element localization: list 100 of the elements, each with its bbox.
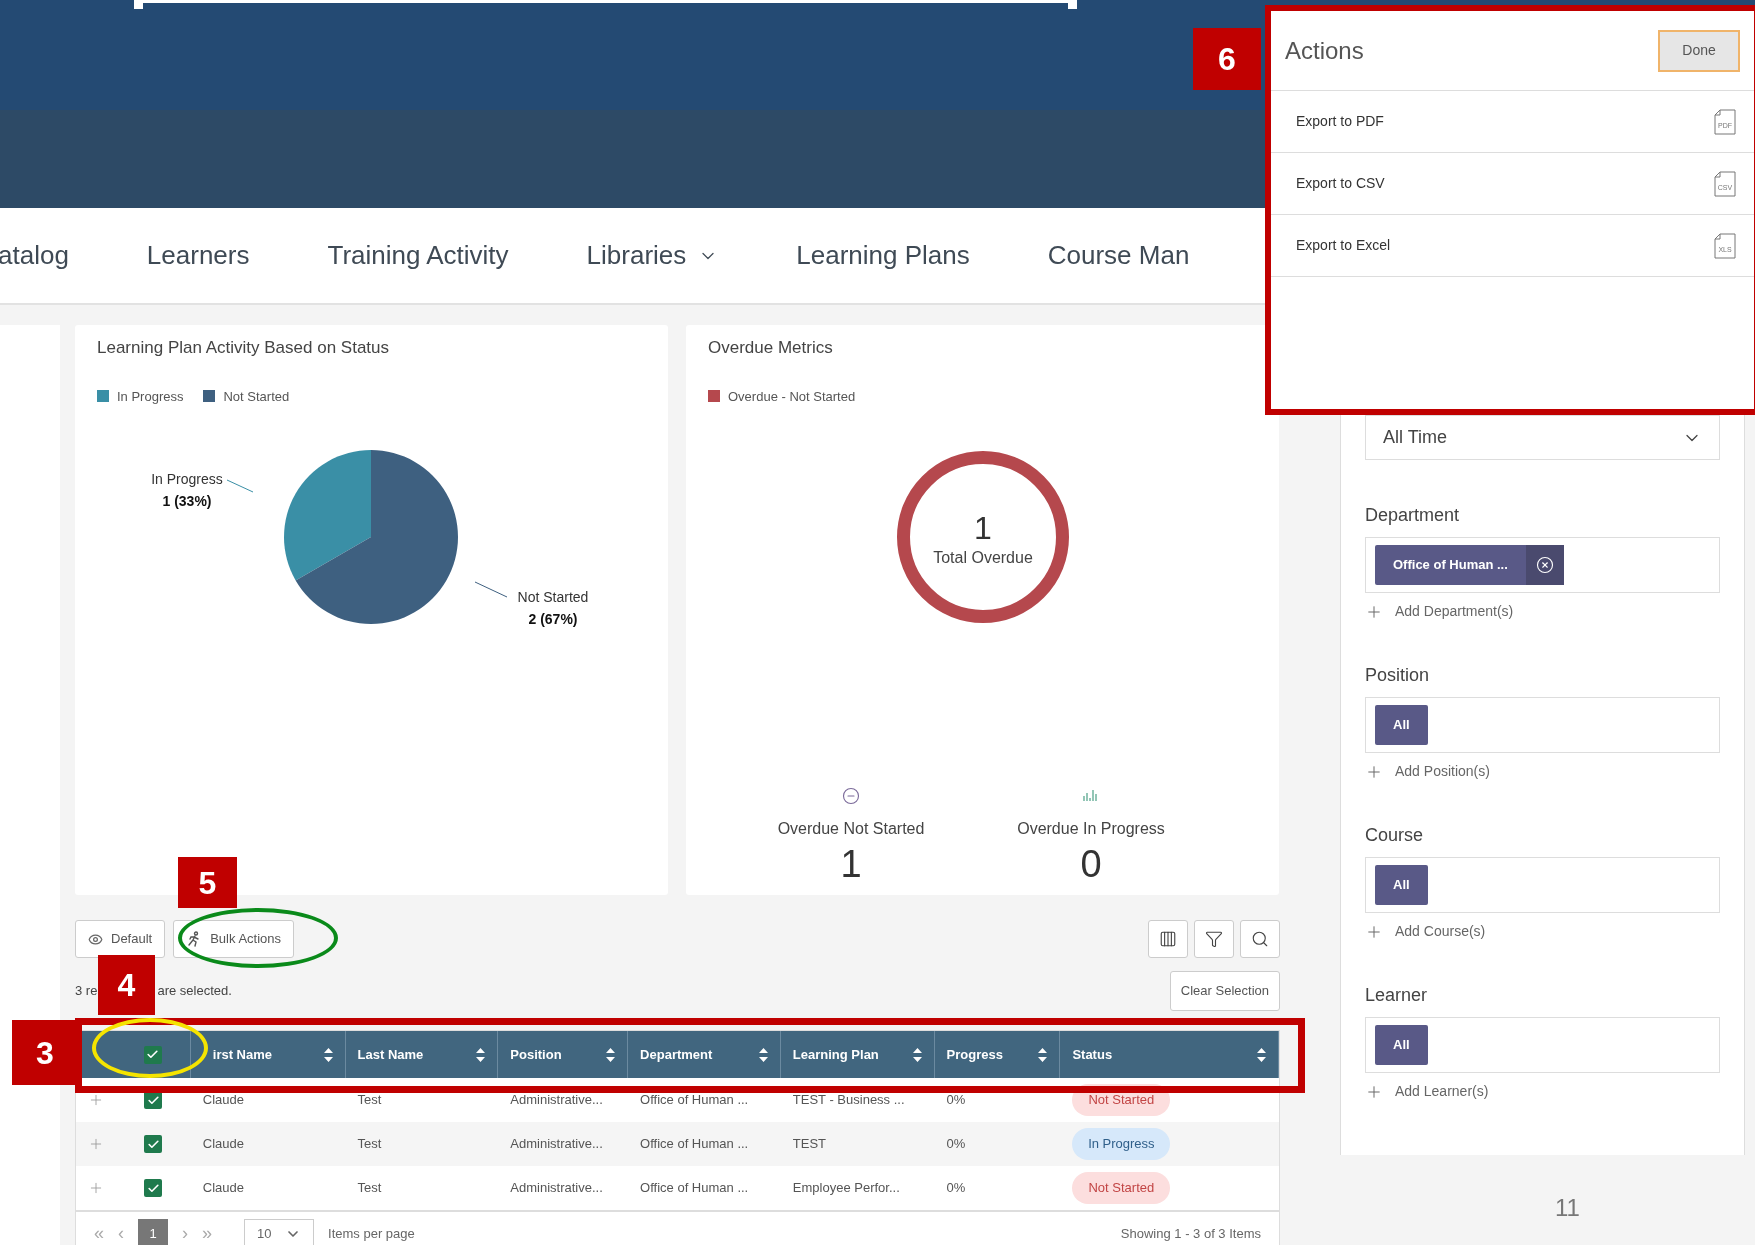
table-cell: TEST - Business ... [792, 1092, 905, 1108]
done-button[interactable]: Done [1658, 29, 1740, 72]
legend-label: Not Started [223, 387, 290, 406]
sort-icon[interactable] [323, 1047, 333, 1062]
checkbox[interactable] [144, 1135, 163, 1153]
sort-icon[interactable] [1257, 1047, 1266, 1062]
status-badge: Not Started [1072, 1172, 1171, 1204]
table-cell: TEST [792, 1136, 827, 1152]
check-icon [146, 1137, 160, 1151]
card-title: Overdue Metrics [708, 337, 834, 359]
table-cell: Claude [202, 1180, 244, 1196]
table-cell: Test [357, 1180, 382, 1196]
nav-item[interactable]: Learning Plans [796, 236, 970, 275]
column-header[interactable]: Department [640, 1044, 713, 1065]
sort-icon[interactable] [1038, 1047, 1048, 1062]
checkbox[interactable] [144, 1179, 163, 1197]
table-cell: Test [357, 1092, 382, 1108]
columns-icon [1159, 930, 1177, 948]
filter-chip[interactable]: All [1375, 705, 1428, 745]
clear-selection-button[interactable]: Clear Selection [1169, 971, 1280, 1011]
column-header[interactable]: Learning Plan [792, 1044, 879, 1065]
add-filter-link[interactable]: Add Learner(s) [1365, 1081, 1720, 1102]
pagination-summary: Showing 1 - 3 of 3 Items [1120, 1224, 1261, 1243]
table-cell: Administrative... [510, 1136, 603, 1152]
minus-circle-icon [842, 787, 860, 805]
chip-field[interactable]: All [1365, 1017, 1720, 1073]
status-badge: In Progress [1072, 1128, 1171, 1160]
callout-number: 4 [98, 955, 155, 1015]
chip-field[interactable]: Office of Human ... [1365, 537, 1720, 593]
metric-label: Overdue In Progress [1017, 819, 1165, 839]
nav-item[interactable]: Course Man [1047, 236, 1190, 275]
eye-icon [88, 931, 103, 947]
filter-label: Department [1365, 504, 1461, 527]
add-filter-link[interactable]: Add Department(s) [1365, 601, 1720, 622]
nav-item[interactable]: Learners [146, 236, 250, 275]
filter-chip[interactable]: Office of Human ... [1375, 545, 1564, 585]
nav-item[interactable]: Training Activity [327, 236, 509, 275]
sort-icon[interactable] [476, 1047, 486, 1062]
card-title: Learning Plan Activity Based on Status [97, 337, 390, 359]
column-header[interactable]: irst Name [212, 1044, 273, 1065]
table-cell: Office of Human ... [640, 1180, 749, 1196]
selection-text: are selected. [157, 982, 232, 1001]
table-cell: Test [357, 1136, 382, 1152]
sort-icon[interactable] [606, 1047, 616, 1062]
page-number: 11 [1555, 1193, 1580, 1223]
column-header[interactable]: Progress [946, 1044, 1003, 1065]
metric-label: Overdue Not Started [777, 819, 925, 839]
legend-label: Overdue - Not Started [728, 387, 856, 406]
add-filter-link[interactable]: Add Position(s) [1365, 761, 1720, 782]
filter-button[interactable] [1194, 920, 1234, 958]
table-cell: 0% [946, 1180, 966, 1196]
legend-label: In Progress [117, 387, 184, 406]
page-size-select[interactable]: 10 [244, 1218, 315, 1245]
table-cell: Administrative... [510, 1180, 603, 1196]
leader-line [226, 479, 254, 493]
sort-icon[interactable] [912, 1047, 922, 1062]
time-select[interactable]: All Time [1365, 415, 1720, 460]
remove-icon[interactable] [1535, 556, 1554, 574]
table-cell: Administrative... [510, 1092, 603, 1108]
leader-line [474, 581, 508, 598]
filter-chip[interactable]: All [1375, 865, 1428, 905]
value-label: 1 (33%) [162, 493, 212, 509]
nav-item[interactable]: Libraries [586, 236, 719, 275]
column-header[interactable]: Last Name [357, 1044, 424, 1065]
bulk-actions-button[interactable]: Bulk Actions [173, 920, 295, 958]
table-cell: Employee Perfor... [792, 1180, 900, 1196]
add-filter-link[interactable]: Add Course(s) [1365, 921, 1720, 942]
column-header[interactable]: Position [510, 1044, 562, 1065]
callout-number: 6 [1193, 28, 1261, 90]
metric-value: 1 [840, 845, 862, 883]
sort-icon[interactable] [758, 1047, 768, 1062]
filter-label: Learner [1365, 984, 1429, 1007]
callout-number: 5 [178, 857, 237, 908]
data-label: In Progress [151, 471, 223, 487]
chip-field[interactable]: All [1365, 857, 1720, 913]
callout-number: 3 [12, 1020, 78, 1085]
panel-title: Actions [1285, 35, 1364, 66]
table-cell: Office of Human ... [640, 1092, 749, 1108]
view-button[interactable]: Default [75, 920, 166, 958]
total-label: Total Overdue [933, 549, 1033, 566]
value-label: 2 (67%) [528, 611, 578, 627]
filter-icon [1205, 930, 1223, 948]
data-label: Not Started [517, 589, 589, 605]
page-button[interactable]: 1 [138, 1218, 168, 1245]
columns-button[interactable] [1148, 920, 1188, 958]
filter-label: Position [1365, 664, 1431, 687]
check-icon [146, 1181, 160, 1195]
selection-text: 3 re [75, 982, 98, 1001]
table-cell: Claude [202, 1092, 244, 1108]
column-header[interactable]: Status [1072, 1044, 1113, 1065]
table-cell: 0% [946, 1092, 966, 1108]
filter-label: Course [1365, 824, 1425, 847]
check-icon [146, 1093, 160, 1107]
search-field[interactable] [134, 0, 1077, 9]
search-icon [1251, 930, 1269, 948]
table-cell: Claude [202, 1136, 244, 1152]
chip-field[interactable]: All [1365, 697, 1720, 753]
filter-chip[interactable]: All [1375, 1025, 1428, 1065]
checkbox[interactable] [143, 1045, 162, 1064]
search-button[interactable] [1240, 920, 1280, 958]
